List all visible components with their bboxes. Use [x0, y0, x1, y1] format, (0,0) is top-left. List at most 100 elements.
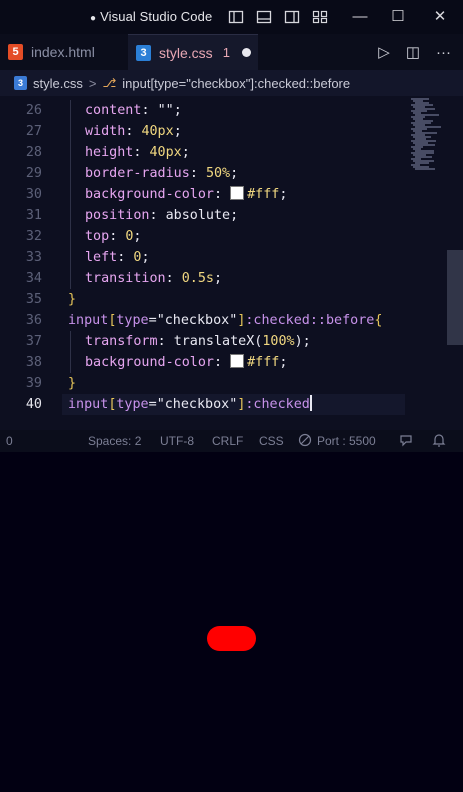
code-token: #fff [247, 187, 280, 202]
toggle-primary-sidebar-icon[interactable] [226, 7, 246, 27]
code-line[interactable]: 28 height: 40px; [0, 142, 405, 163]
code-line[interactable]: 32 top: 0; [0, 226, 405, 247]
bell-icon[interactable] [432, 433, 446, 450]
line-source: position: absolute; [85, 205, 238, 226]
problems-count[interactable]: 0 [6, 434, 13, 448]
line-source: background-color: #fff; [85, 352, 287, 373]
code-token: :checked::before [245, 313, 375, 328]
tab-label: style.css [159, 44, 213, 61]
more-actions-icon[interactable]: ··· [436, 44, 451, 61]
encoding-status[interactable]: UTF-8 [160, 434, 194, 448]
code-token: width [85, 124, 126, 139]
code-line[interactable]: 33 left: 0; [0, 247, 405, 268]
line-source: input[type="checkbox"]:checked::before{ [68, 310, 382, 331]
code-token: background-color [85, 187, 214, 202]
code-token: { [374, 313, 383, 328]
code-token: content [85, 103, 142, 118]
eol-status[interactable]: CRLF [212, 434, 243, 448]
code-token: "" [157, 103, 174, 118]
run-icon[interactable]: ▷ [378, 43, 390, 61]
code-token: : [125, 124, 142, 139]
code-token: ; [173, 124, 182, 139]
code-line[interactable]: 35} [0, 289, 405, 310]
line-source: left: 0; [85, 247, 150, 268]
code-token: ; [181, 145, 190, 160]
code-token: : [189, 166, 206, 181]
vscode-window: ● Visual Studio Code — ☐ ✕ 5 index.html 3… [0, 0, 463, 452]
toggle-switch[interactable] [207, 626, 256, 651]
code-token: ; [141, 250, 150, 265]
unsaved-dot-icon[interactable] [241, 48, 251, 57]
code-editor[interactable]: 26 content: ""; 27 width: 40px; 28 height: 40… [0, 96, 405, 426]
code-line[interactable]: 26 content: ""; [0, 100, 405, 121]
editor-tab-bar: 5 index.html 3 style.css 1 ▷ ◫ ··· [0, 34, 463, 70]
editor-actions: ▷ ◫ ··· [378, 34, 451, 70]
line-number: 28 [25, 145, 42, 160]
line-number: 33 [25, 250, 42, 265]
line-number: 37 [25, 334, 42, 349]
line-number: 32 [25, 229, 42, 244]
line-source: background-color: #fff; [85, 184, 287, 205]
css-file-icon: 3 [14, 76, 27, 90]
color-swatch[interactable] [230, 354, 245, 368]
code-line[interactable]: 30 background-color: #fff; [0, 184, 405, 205]
css-symbol-icon: ⎇ [102, 76, 117, 90]
status-bar: 0 Spaces: 2 UTF-8 CRLF CSS Port : 5500 [0, 430, 463, 452]
line-number: 31 [25, 208, 42, 223]
toggle-panel-icon[interactable] [254, 7, 274, 27]
tab-style-css[interactable]: 3 style.css 1 [128, 34, 258, 70]
code-line[interactable]: 39} [0, 373, 405, 394]
problem-count-badge: 1 [222, 45, 230, 60]
code-line[interactable]: 34 transition: 0.5s; [0, 268, 405, 289]
text-caret [309, 395, 312, 411]
minimize-button[interactable]: — [350, 7, 370, 27]
code-token: 0.5s [181, 271, 214, 286]
code-token: input [68, 397, 109, 412]
live-server-port[interactable]: Port : 5500 [317, 434, 376, 448]
breadcrumb-symbol[interactable]: input[type="checkbox"]:checked::before [122, 76, 350, 91]
code-line[interactable]: 38 background-color: #fff; [0, 352, 405, 373]
code-token: 40px [149, 145, 182, 160]
indent-guide [70, 163, 71, 184]
line-source: width: 40px; [85, 121, 182, 142]
indent-guide [70, 205, 71, 226]
line-number: 35 [25, 292, 42, 307]
maximize-button[interactable]: ☐ [388, 7, 408, 27]
code-token: : [214, 187, 231, 202]
code-line[interactable]: 36 input[type="checkbox"]:checked::before… [0, 310, 405, 331]
code-line[interactable]: 37 transform: translateX(100%); [0, 331, 405, 352]
code-line[interactable]: 29 border-radius: 50%; [0, 163, 405, 184]
indent-guide [70, 247, 71, 268]
line-number: 30 [25, 187, 42, 202]
breadcrumb-file[interactable]: style.css [33, 76, 83, 91]
code-token: 100% [262, 334, 295, 349]
color-swatch[interactable] [230, 186, 245, 200]
tab-index-html[interactable]: 5 index.html [0, 34, 128, 70]
indentation-status[interactable]: Spaces: 2 [88, 434, 141, 448]
code-token: } [68, 292, 77, 307]
minimap-line [415, 168, 435, 170]
feedback-icon[interactable] [399, 433, 413, 450]
line-source: height: 40px; [85, 142, 190, 163]
language-mode[interactable]: CSS [259, 434, 284, 448]
code-token: border-radius [85, 166, 190, 181]
split-editor-icon[interactable]: ◫ [406, 43, 420, 61]
code-token: top [85, 229, 110, 244]
code-line[interactable]: 40 input[type="checkbox"]:checked [0, 394, 405, 415]
indent-guide [70, 142, 71, 163]
code-line[interactable]: 31 position: absolute; [0, 205, 405, 226]
close-button[interactable]: ✕ [430, 7, 450, 27]
line-source: transition: 0.5s; [85, 268, 222, 289]
code-token: input [68, 313, 109, 328]
code-token: : [165, 271, 182, 286]
customize-layout-icon[interactable] [310, 7, 330, 27]
line-source: content: ""; [85, 100, 182, 121]
vertical-scrollbar[interactable] [447, 250, 463, 345]
code-token: translateX( [173, 334, 263, 349]
toggle-secondary-sidebar-icon[interactable] [282, 7, 302, 27]
line-source: } [68, 373, 76, 394]
code-token: absolute [165, 208, 231, 223]
code-token: height [85, 145, 134, 160]
code-line[interactable]: 27 width: 40px; [0, 121, 405, 142]
code-token: 50% [205, 166, 231, 181]
